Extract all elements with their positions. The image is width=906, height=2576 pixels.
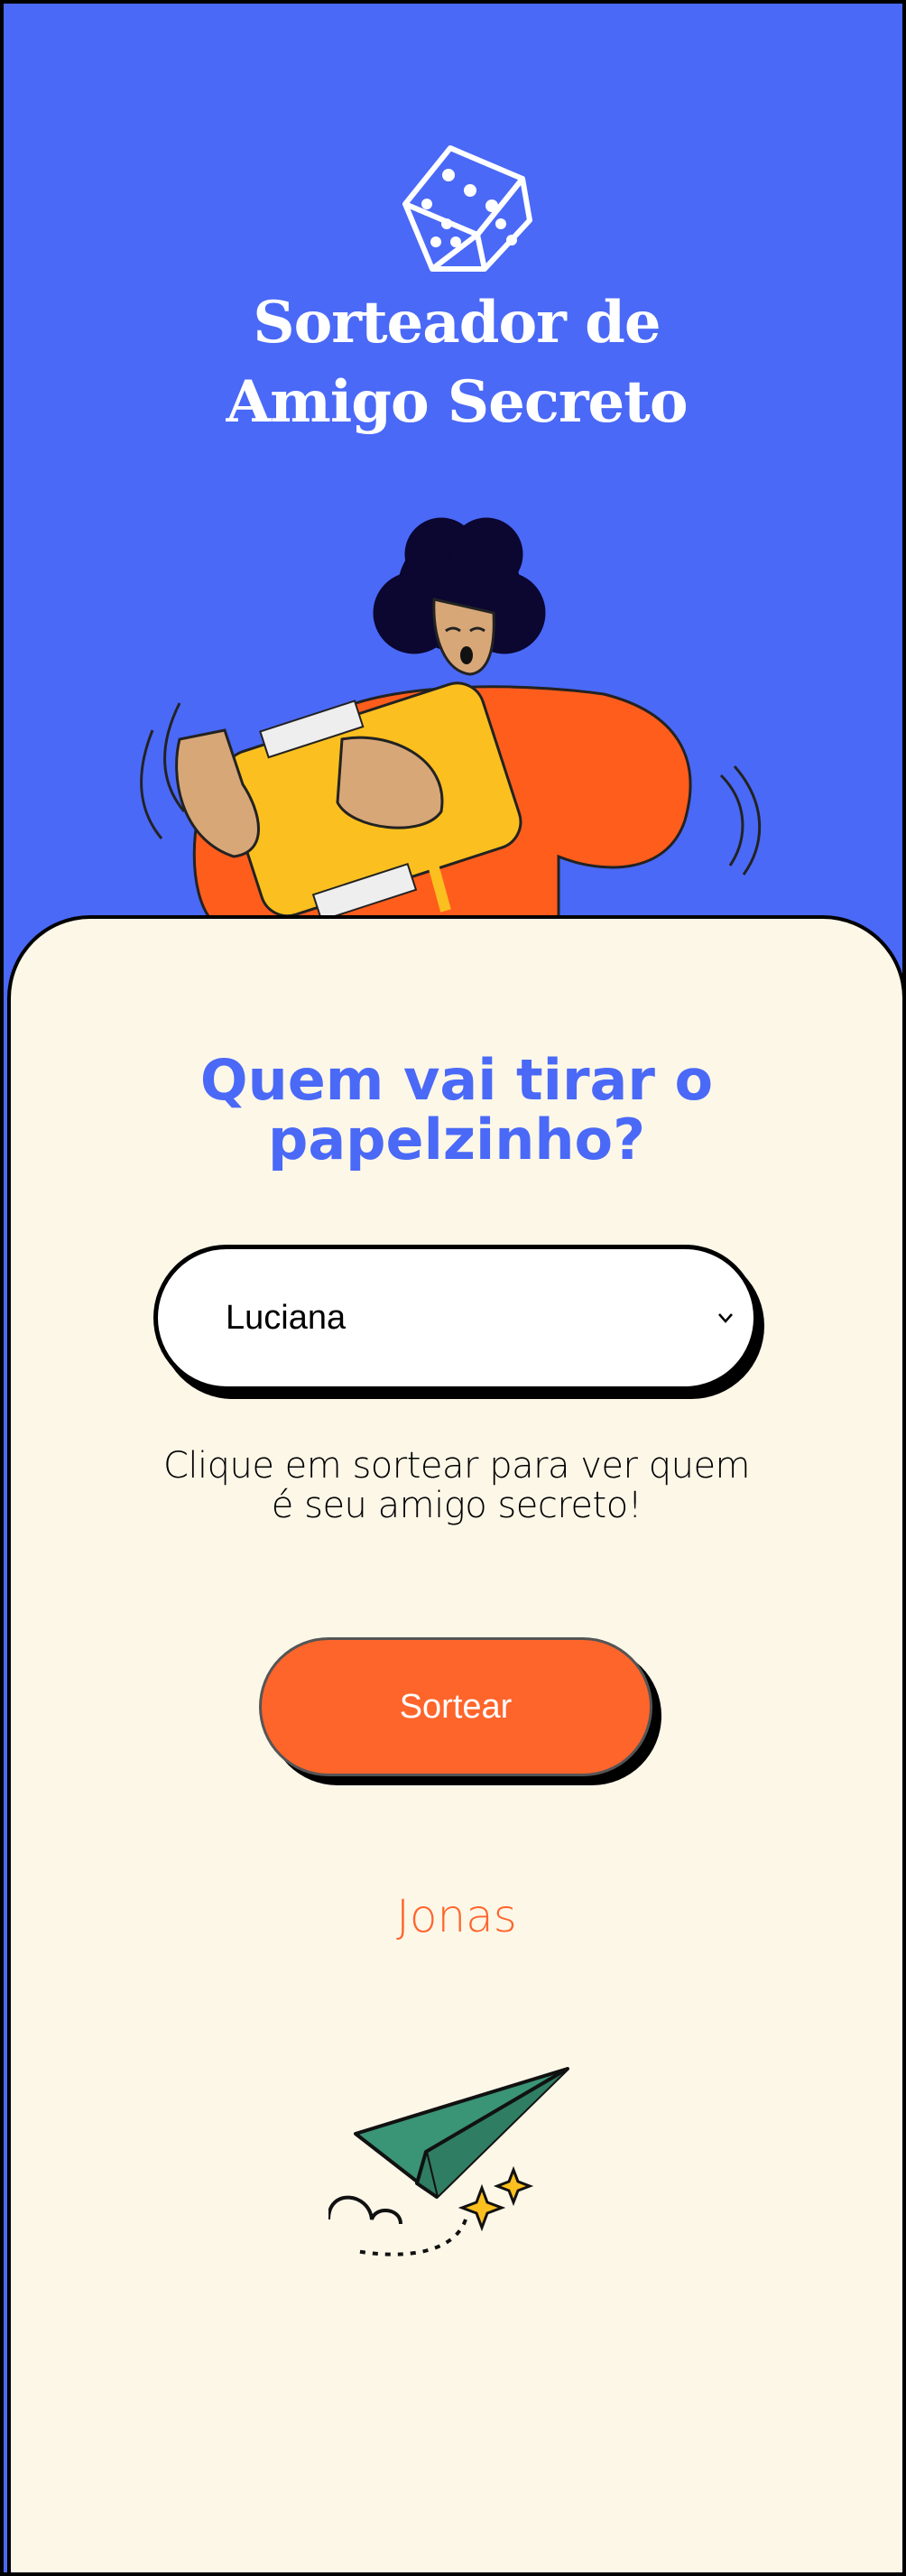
header: Sorteador de Amigo Secreto [4,4,902,996]
question-heading: Quem vai tirar o papelzinho? [4,1047,902,1172]
question-line1: Quem vai tirar o [199,1047,714,1113]
app-title: Sorteador de Amigo Secreto [4,283,902,442]
result-name: Jonas [396,1890,517,1942]
hint-text: Clique em sortear para ver quem é seu am… [4,1445,902,1526]
chevron-down-icon [718,1313,733,1323]
draw-button[interactable]: Sortear [259,1637,652,1776]
dice-icon [402,145,532,272]
draw-button-label: Sortear [399,1687,513,1726]
question-line2: papelzinho? [267,1107,646,1172]
app-frame: Sorteador de Amigo Secreto Quem vai tira… [0,0,906,2576]
person-holding-box-illustration [140,517,762,975]
app-title-line2: Amigo Secreto [226,368,689,436]
app-title-line1: Sorteador de [253,289,661,357]
participant-select-value: Luciana [226,1298,347,1337]
participant-select[interactable]: Luciana [153,1245,758,1391]
hint-line2: é seu amigo secreto! [271,1485,643,1526]
paper-plane-icon [328,2067,569,2256]
hint-line1: Clique em sortear para ver quem [162,1445,751,1487]
